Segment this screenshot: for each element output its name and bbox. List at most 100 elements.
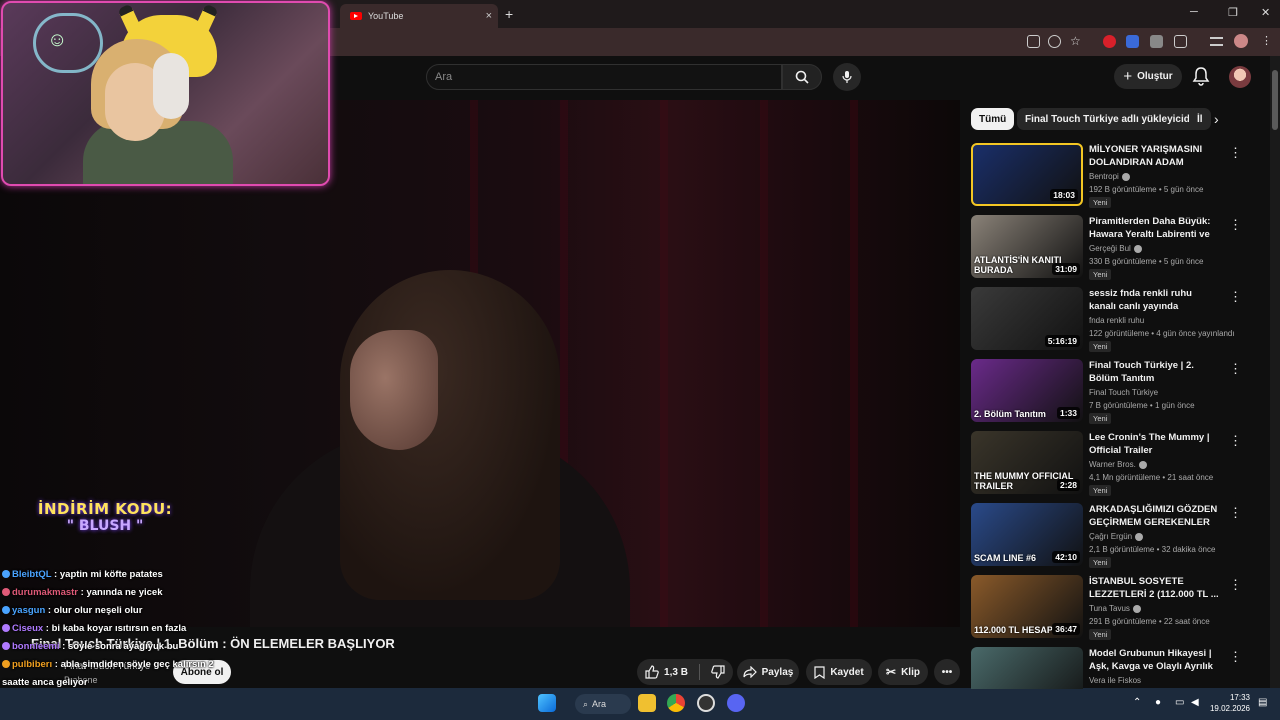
tray-mic-icon[interactable]: ● bbox=[1155, 697, 1161, 708]
maximize-icon[interactable]: ❐ bbox=[1228, 6, 1238, 19]
video-thumbnail[interactable]: SCAM LINE #6 42:10 bbox=[971, 503, 1083, 566]
chat-separator: : bbox=[43, 623, 52, 634]
extensions-puzzle-icon[interactable] bbox=[1174, 35, 1187, 48]
account-avatar[interactable] bbox=[1229, 66, 1251, 88]
video-thumbnail[interactable]: 5:16:19 bbox=[971, 287, 1083, 350]
notification-center-icon[interactable]: ▤ bbox=[1258, 697, 1267, 708]
thumbnail-caption: SCAM LINE #6 bbox=[974, 553, 1037, 563]
like-icon[interactable] bbox=[645, 665, 659, 679]
tray-overflow-icon[interactable]: ⌃ bbox=[1133, 697, 1141, 708]
taskbar-search[interactable]: ⌕ Ara bbox=[575, 694, 631, 714]
minimize-icon[interactable]: ─ bbox=[1190, 6, 1198, 18]
headphones bbox=[153, 53, 189, 119]
tray-volume-icon[interactable]: ◀ bbox=[1191, 697, 1199, 708]
chevron-right-icon[interactable]: › bbox=[1214, 111, 1219, 127]
more-options-icon[interactable]: ⋮ bbox=[1229, 649, 1242, 665]
more-options-icon[interactable]: ⋮ bbox=[1229, 361, 1242, 377]
cast-icon[interactable] bbox=[1027, 35, 1040, 48]
windows-start-icon[interactable] bbox=[538, 694, 556, 712]
more-options-icon[interactable]: ⋮ bbox=[1229, 505, 1242, 521]
chip-uploader[interactable]: Final Touch Türkiye adlı yükleyiciden bbox=[1017, 108, 1210, 130]
more-options-icon[interactable]: ⋮ bbox=[1229, 289, 1242, 305]
new-tab-button[interactable]: + bbox=[505, 6, 513, 22]
channel-label: Çağrı Ergün bbox=[1089, 532, 1133, 541]
extension-wave-icon[interactable] bbox=[1126, 35, 1139, 48]
clip-button[interactable]: ✂ Klip bbox=[878, 659, 928, 685]
recommendation-title[interactable]: İSTANBUL SOSYETE LEZZETLERİ 2 (112.000 T… bbox=[1089, 575, 1219, 601]
video-thumbnail[interactable] bbox=[971, 647, 1083, 689]
discord-icon[interactable] bbox=[727, 694, 745, 712]
taskbar-clock[interactable]: 17:33 19.02.2026 bbox=[1204, 692, 1250, 714]
share-button[interactable]: Paylaş bbox=[737, 659, 799, 685]
chip-related[interactable]: İl bbox=[1189, 108, 1211, 130]
recommendation-item[interactable]: ATLANTİS'İN KANITI BURADA 31:09 Piramitler… bbox=[971, 215, 1251, 281]
extension-red-icon[interactable] bbox=[1103, 35, 1116, 48]
verified-check-icon bbox=[1121, 172, 1130, 181]
browser-profile-avatar[interactable] bbox=[1234, 34, 1248, 48]
tray-network-icon[interactable]: ▭ bbox=[1175, 697, 1184, 708]
recommendation-channel[interactable]: Warner Bros. bbox=[1089, 460, 1147, 469]
more-actions-button[interactable]: ••• bbox=[934, 659, 960, 685]
scrollbar-thumb[interactable] bbox=[1272, 70, 1278, 130]
chip-all[interactable]: Tümü bbox=[971, 108, 1015, 130]
video-thumbnail[interactable]: 2. Bölüm Tanıtım 1:33 bbox=[971, 359, 1083, 422]
like-count[interactable]: 1,3 B bbox=[664, 667, 688, 678]
bookmark-star-icon[interactable]: ☆ bbox=[1070, 35, 1083, 48]
more-options-icon[interactable]: ⋮ bbox=[1229, 577, 1242, 593]
video-thumbnail[interactable]: 18:03 bbox=[971, 143, 1083, 206]
recommendation-item[interactable]: 18:03 MİLYONER YARIŞMASINI DOLANDIRAN ADA… bbox=[971, 143, 1251, 209]
recommendation-channel[interactable]: Vera ile Fiskos bbox=[1089, 676, 1141, 685]
save-button[interactable]: Kaydet bbox=[806, 659, 872, 685]
recommendation-channel[interactable]: Gerçeği Bul bbox=[1089, 244, 1142, 253]
eye-off-icon[interactable] bbox=[1048, 35, 1061, 48]
page-scrollbar[interactable] bbox=[1270, 56, 1280, 688]
recommendation-title[interactable]: MİLYONER YARIŞMASINI DOLANDIRAN ADAM bbox=[1089, 143, 1219, 169]
chat-badge-icon bbox=[2, 588, 10, 597]
voice-search-button[interactable] bbox=[833, 63, 861, 91]
recommendation-title[interactable]: ARKADAŞLIĞIMIZI GÖZDEN GEÇİRMEM GEREKENL… bbox=[1089, 503, 1219, 530]
recommendation-channel[interactable]: fnda renkli ruhu bbox=[1089, 316, 1144, 325]
recommendation-meta: 2,1 B görüntüleme • 32 dakika önce bbox=[1089, 545, 1216, 554]
chat-separator: : bbox=[45, 605, 54, 616]
video-thumbnail[interactable]: THE MUMMY OFFICIAL TRAILER 2:28 bbox=[971, 431, 1083, 494]
create-button[interactable]: + Oluştur bbox=[1114, 64, 1182, 89]
extension-mask-icon[interactable] bbox=[1150, 35, 1163, 48]
more-options-icon[interactable]: ⋮ bbox=[1229, 217, 1242, 233]
chrome-icon[interactable] bbox=[667, 694, 685, 712]
channel-label: Gerçeği Bul bbox=[1089, 244, 1131, 253]
view-count: 2,1 B görüntüleme bbox=[1089, 545, 1155, 554]
recommendation-channel[interactable]: Çağrı Ergün bbox=[1089, 532, 1144, 541]
more-options-icon[interactable]: ⋮ bbox=[1229, 145, 1242, 161]
recommendation-item[interactable]: THE MUMMY OFFICIAL TRAILER 2:28 Lee Cronin… bbox=[971, 431, 1251, 497]
browser-menu-icon[interactable]: ⋮ bbox=[1261, 35, 1274, 48]
recommendation-title[interactable]: Lee Cronin's The Mummy | Official Traile… bbox=[1089, 431, 1219, 457]
dislike-icon[interactable] bbox=[711, 665, 725, 679]
recommendation-channel[interactable]: Tuna Tavus bbox=[1089, 604, 1141, 613]
obs-icon[interactable] bbox=[697, 694, 715, 712]
browser-tab[interactable]: YouTube × bbox=[340, 4, 498, 28]
recommendation-item[interactable]: 2. Bölüm Tanıtım 1:33 Final Touch Türkiye … bbox=[971, 359, 1251, 425]
promo-heading: İNDİRİM KODU: bbox=[37, 500, 173, 518]
search-input[interactable]: Ara bbox=[426, 64, 782, 90]
tab-close-icon[interactable]: × bbox=[486, 10, 492, 22]
reading-list-icon[interactable] bbox=[1210, 37, 1223, 46]
recommendation-title[interactable]: Piramitlerden Daha Büyük: Hawara Yeraltı… bbox=[1089, 215, 1219, 242]
recommendation-item[interactable]: Model Grubunun Hikayesi | Aşk, Kavga ve … bbox=[971, 647, 1251, 689]
recommendation-channel[interactable]: Final Touch Türkiye bbox=[1089, 388, 1158, 397]
recommendation-title[interactable]: Final Touch Türkiye | 2. Bölüm Tanıtım bbox=[1089, 359, 1219, 385]
recommendation-item[interactable]: 112.000 TL HESAP 36:47 İSTANBUL SOSYETE LE… bbox=[971, 575, 1251, 641]
recommendation-title[interactable]: sessiz fnda renkli ruhu kanalı canlı yay… bbox=[1089, 287, 1219, 313]
video-thumbnail[interactable]: 112.000 TL HESAP 36:47 bbox=[971, 575, 1083, 638]
video-thumbnail[interactable]: ATLANTİS'İN KANITI BURADA 31:09 bbox=[971, 215, 1083, 278]
close-window-icon[interactable]: ✕ bbox=[1261, 6, 1270, 19]
notifications-bell-icon[interactable] bbox=[1192, 66, 1210, 86]
recommendation-item[interactable]: 5:16:19 sessiz fnda renkli ruhu kanalı ca… bbox=[971, 287, 1251, 353]
recommendation-item[interactable]: SCAM LINE #6 42:10 ARKADAŞLIĞIMIZI GÖZDEN … bbox=[971, 503, 1251, 569]
search-button[interactable] bbox=[782, 64, 822, 90]
more-options-icon[interactable]: ⋮ bbox=[1229, 433, 1242, 449]
chat-text: yaptin mi köfte patates bbox=[59, 569, 163, 580]
recommendation-title[interactable]: Model Grubunun Hikayesi | Aşk, Kavga ve … bbox=[1089, 647, 1219, 673]
recommendation-channel[interactable]: Bentropi bbox=[1089, 172, 1130, 181]
file-explorer-icon[interactable] bbox=[638, 694, 656, 712]
verified-check-icon bbox=[1138, 460, 1147, 469]
